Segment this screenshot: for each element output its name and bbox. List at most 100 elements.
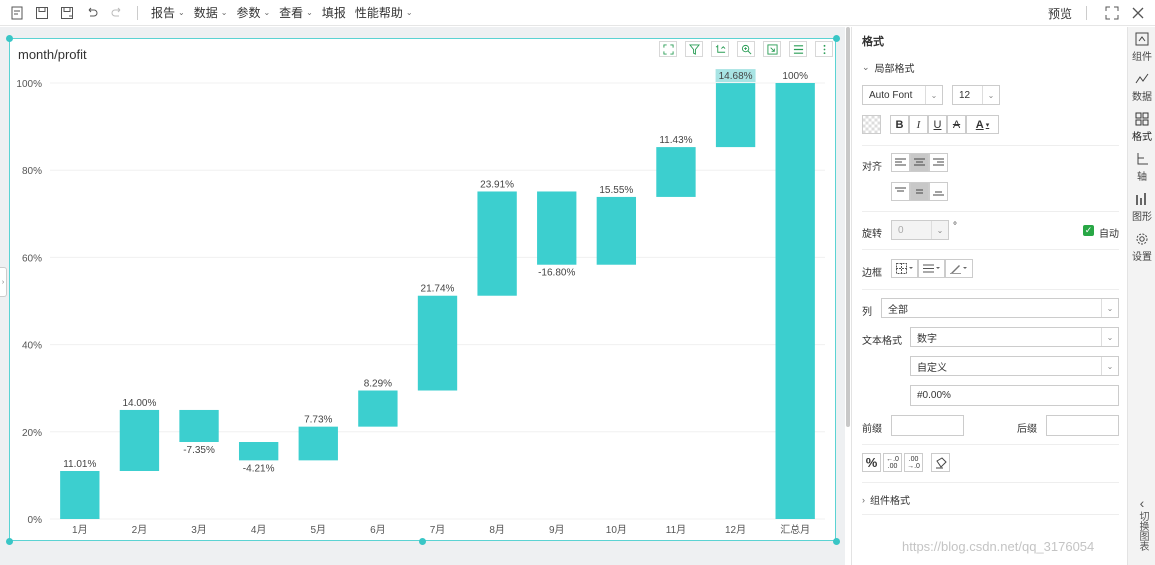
component-icon (1135, 32, 1149, 46)
waterfall-bar (537, 191, 577, 265)
column-select[interactable]: 全部 ⌄ (881, 298, 1119, 318)
menu-view-label: 查看 (279, 6, 304, 20)
left-panel-toggle[interactable]: › (0, 267, 7, 297)
chevron-right-icon: › (862, 494, 865, 505)
custom-format-select[interactable]: 自定义 ⌄ (910, 356, 1119, 376)
font-family-value: Auto Font (869, 89, 913, 101)
font-family-select[interactable]: Auto Font ⌄ (862, 85, 943, 105)
border-line-button[interactable] (918, 259, 945, 278)
underline-button[interactable]: U (928, 115, 947, 134)
format-pattern-value: #0.00% (917, 390, 951, 401)
resize-handle-tr[interactable] (833, 35, 840, 42)
chevron-down-icon: ⌄ (925, 86, 942, 104)
canvas-scrollbar[interactable] (846, 27, 850, 427)
strip-format-label: 格式 (1132, 132, 1152, 143)
menu-perf-help[interactable]: 性能帮助 ⌄ (355, 4, 413, 21)
gear-icon (1136, 233, 1148, 245)
close-icon[interactable] (1131, 6, 1145, 20)
waterfall-chart: 0% 20% 40% 60% 80% 100% 11.01% 1月 14.00% 2月 -7.35%… (16, 69, 825, 536)
waterfall-bar (775, 83, 815, 519)
resize-handle-bl[interactable] (6, 538, 13, 545)
prefix-input[interactable] (891, 415, 964, 436)
valign-middle-button[interactable] (910, 182, 929, 201)
chart-widget[interactable]: month/profit 0% 20% 40% 60% 80% 100% 11.01% 1月 1… (9, 38, 836, 541)
decrease-decimal-button[interactable]: .00 →.0 (904, 453, 923, 472)
local-format-header[interactable]: ⌄ 局部格式 (862, 60, 915, 75)
divider (862, 211, 1119, 212)
menu-data[interactable]: 数据 ⌄ (194, 4, 228, 21)
waterfall-bar (715, 83, 756, 148)
align-right-button[interactable] (929, 153, 948, 172)
strip-graphic[interactable]: 图形 (1128, 192, 1155, 223)
resize-handle-bottom[interactable] (419, 538, 426, 545)
switch-chart-button[interactable]: ‹ 切换图表 (1128, 496, 1155, 551)
data-label: 15.55% (599, 185, 633, 196)
strip-format[interactable]: 格式 (1128, 112, 1155, 143)
menu-report[interactable]: 报告 ⌄ (151, 4, 185, 21)
increase-decimal-button[interactable]: ←.0.00 (883, 453, 902, 472)
chevron-down-icon: ⌄ (862, 62, 870, 72)
panel-title: 格式 (862, 36, 884, 48)
rotate-unit: ° (953, 221, 957, 232)
resize-handle-tl[interactable] (6, 35, 13, 42)
waterfall-bar (596, 196, 637, 265)
fullscreen-icon[interactable] (1105, 6, 1119, 20)
data-label: 14.00% (122, 398, 156, 409)
menu-params[interactable]: 参数 ⌄ (236, 4, 270, 21)
valign-bottom-button[interactable] (929, 182, 948, 201)
data-label: 100% (782, 71, 808, 82)
background-color-button[interactable] (862, 115, 881, 134)
dashboard-canvas: › month/profit 0% 20% 40% 60% 80% 100% 11.01% 1… (0, 27, 845, 565)
y-tick-label: 0% (28, 515, 43, 526)
menu-fill[interactable]: 填报 (322, 4, 346, 21)
italic-button[interactable]: I (909, 115, 928, 134)
x-tick-label: 2月 (132, 524, 148, 536)
resize-handle-br[interactable] (833, 538, 840, 545)
y-tick-label: 80% (22, 166, 42, 177)
strip-settings[interactable]: 设置 (1128, 232, 1155, 263)
preview-button[interactable]: 预览 (1048, 5, 1072, 22)
text-format-select[interactable]: 数字 ⌄ (910, 327, 1119, 347)
format-pattern-input[interactable]: #0.00% (910, 385, 1119, 406)
align-left-button[interactable] (891, 153, 910, 172)
waterfall-bar (60, 470, 100, 519)
suffix-label: 后缀 (1017, 424, 1037, 435)
bold-button[interactable]: B (890, 115, 909, 134)
menu-view[interactable]: 查看 ⌄ (279, 4, 313, 21)
menu-params-label: 参数 (236, 6, 261, 20)
save-as-icon[interactable] (59, 5, 75, 21)
strip-axis[interactable]: 轴 (1128, 152, 1155, 183)
rotate-select[interactable]: 0 ⌄ (891, 220, 949, 240)
chevron-down-icon: ⌄ (982, 86, 999, 104)
y-tick-label: 40% (22, 341, 42, 352)
new-report-icon[interactable] (9, 5, 25, 21)
component-format-header[interactable]: › 组件格式 (862, 492, 910, 508)
waterfall-bar (298, 426, 338, 461)
font-size-select[interactable]: 12 ⌄ (952, 85, 1000, 105)
menu-perf-help-label: 性能帮助 (354, 6, 403, 20)
clear-format-icon[interactable] (931, 453, 950, 472)
strip-component[interactable]: 组件 (1128, 32, 1155, 63)
percent-button[interactable]: % (862, 453, 881, 472)
suffix-input[interactable] (1046, 415, 1119, 436)
valign-top-button[interactable] (891, 182, 910, 201)
border-style-button[interactable] (891, 259, 918, 278)
font-color-button[interactable]: A ▾ (966, 115, 999, 134)
chevron-down-icon: ⌄ (405, 8, 413, 17)
switch-chart-label: 切换图表 (1137, 511, 1148, 551)
border-color-button[interactable] (945, 259, 973, 278)
auto-checkbox[interactable]: ✓ (1083, 225, 1094, 236)
save-icon[interactable] (34, 5, 50, 21)
divider (862, 289, 1119, 290)
data-label: 11.43% (659, 135, 692, 146)
undo-icon[interactable] (84, 5, 100, 21)
redo-icon[interactable] (109, 5, 125, 21)
data-label: -4.21% (243, 463, 275, 474)
strikethrough-button[interactable]: A (947, 115, 966, 134)
waterfall-bar (179, 409, 219, 443)
x-tick-label: 9月 (549, 524, 565, 536)
divider (862, 482, 1119, 483)
strip-data[interactable]: 数据 (1128, 72, 1155, 103)
data-label: 8.29% (364, 379, 392, 390)
align-center-button[interactable] (910, 153, 929, 172)
